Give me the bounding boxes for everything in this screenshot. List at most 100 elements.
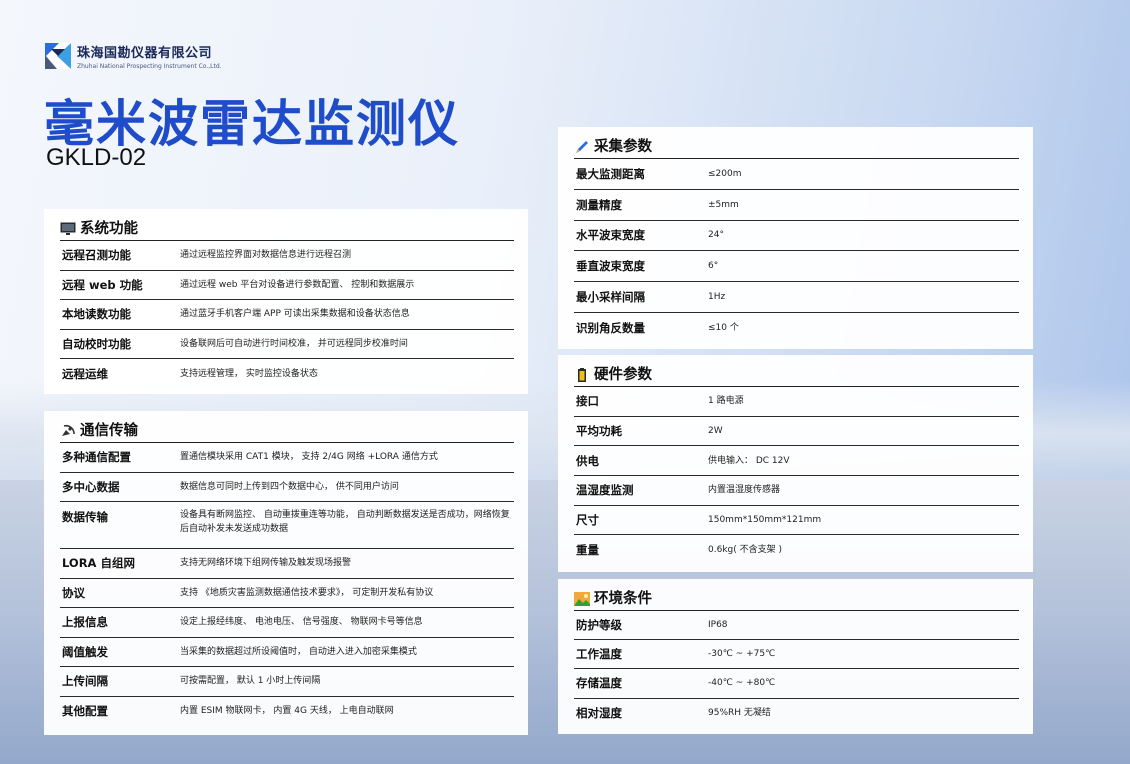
spec-label: 最大监测距离 [576,166,645,181]
section-title: 环境条件 [594,591,652,607]
spec-value: 置通信模块采用 CAT1 模块， 支持 2/4G 网络 +LORA 通信方式 [180,452,438,463]
spec-label: 其他配置 [62,704,108,719]
spec-row: 工作温度 -30℃ ~ +75℃ [574,640,1019,670]
company-name: 珠海国勘仪器有限公司 [77,46,213,61]
spec-value: 可按需配置， 默认 1 小时上传间隔 [180,676,321,687]
spec-row: 最小采样间隔 1Hz [574,282,1019,313]
spec-label: 重量 [576,543,599,558]
spec-value: 通过远程 web 平台对设备进行参数配置、 控制和数据展示 [180,279,415,290]
spec-label: 温湿度监测 [576,483,634,498]
card-header: 采集参数 [574,137,1019,159]
card-environment: 环境条件 防护等级 IP68 工作温度 -30℃ ~ +75℃ 存储温度 -40℃ ~ +… [558,579,1033,734]
spec-value: 1 路电源 [708,396,744,407]
section-title: 系统功能 [80,221,138,237]
spec-label: 本地读数功能 [62,307,131,322]
landscape-icon [574,591,590,606]
pen-icon [574,139,590,153]
spec-value: ±5mm [708,199,739,210]
spec-row: 平均功耗 2W [574,417,1019,447]
spec-label: 接口 [576,394,599,409]
spec-row: 协议 支持 《地质灾害监测数据通信技术要求》， 可定制开发私有协议 [60,579,514,609]
card-system-functions: 系统功能 远程召测功能 通过远程监控界面对数据信息进行远程召测 远程 web 功能通… [44,209,528,394]
spec-label: 尺寸 [576,513,599,528]
card-hardware-params: 硬件参数 接口 1 路电源平均功耗 2W 供电 供电输入： DC 12V 温湿度监测 内置温… [558,355,1033,572]
spec-label: 工作温度 [576,647,622,662]
product-model: GKLD-02 [46,144,147,171]
spec-label: 存储温度 [576,676,622,691]
spec-value: 通过蓝牙手机客户端 APP 可读出采集数据和设备状态信息 [180,309,410,320]
spec-label: 多中心数据 [62,479,120,494]
spec-row: 防护等级 IP68 [574,611,1019,641]
spec-label: 供电 [576,453,599,468]
spec-row: 本地读数功能 通过蓝牙手机客户端 APP 可读出采集数据和设备状态信息 [60,300,514,330]
company-logo-mark [45,43,71,69]
spec-label: LORA 自组网 [62,556,135,571]
spec-value: 150mm*150mm*121mm [708,514,822,525]
spec-row: 供电 供电输入： DC 12V [574,446,1019,477]
spec-row: 最大监测距离 ≤200m [574,159,1019,190]
spec-row: 阈值触发 当采集的数据超过所设阈值时， 自动进入进入加密采集模式 [60,638,514,668]
spec-value: -30℃ ~ +75℃ [708,649,776,660]
company-name-en: Zhuhai National Prospecting Instrument C… [77,63,222,70]
spec-row: 自动校时功能 设备联网后可自动进行时间校准， 并可远程同步校准时间 [60,330,514,359]
spec-rows: 接口 1 路电源平均功耗 2W 供电 供电输入： DC 12V 温湿度监测 内置温湿度传感器… [574,387,1019,565]
satellite-dish-icon [60,423,76,437]
spec-value: 支持远程管理， 实时监控设备状态 [180,368,318,379]
spec-label: 测量精度 [576,197,622,212]
spec-label: 水平波束宽度 [576,228,645,243]
spec-value: ≤10 个 [708,323,739,334]
spec-row: 测量精度 ±5mm [574,190,1019,221]
spec-label: 阈值触发 [62,644,108,659]
spec-value: 6° [708,261,719,272]
spec-label: 上传间隔 [62,674,108,689]
spec-label: 最小采样间隔 [576,290,645,305]
spec-row: 存储温度 -40℃ ~ +80℃ [574,669,1019,699]
spec-row: 数据传输 设备具有断网监控、 自动重拨重连等功能， 自动判断数据发送是否成功，网络… [60,502,514,550]
spec-label: 远程运维 [62,366,108,381]
spec-rows: 多种通信配置 置通信模块采用 CAT1 模块， 支持 2/4G 网络 +LORA … [60,443,514,726]
monitor-icon [60,221,76,235]
company-logo: 珠海国勘仪器有限公司 Zhuhai National Prospecting I… [45,42,222,70]
spec-value: 支持无网络环境下组网传输及触发现场报警 [180,558,352,569]
spec-value: 设备具有断网监控、 自动重拨重连等功能， 自动判断数据发送是否成功，网络恢复后自… [180,510,510,535]
spec-label: 平均功耗 [576,424,622,439]
spec-label: 协议 [62,585,85,600]
spec-value: 2W [708,425,723,436]
spec-row: 相对湿度 95%RH 无凝结 [574,699,1019,728]
spec-row: 远程召测功能 通过远程监控界面对数据信息进行远程召测 [60,241,514,271]
spec-value: 1Hz [708,291,726,302]
spec-value: 内置温湿度传感器 [708,485,781,496]
spec-value: IP68 [708,619,728,630]
spec-row: 水平波束宽度 24° [574,221,1019,252]
section-title: 采集参数 [594,139,652,155]
spec-value: 支持 《地质灾害监测数据通信技术要求》， 可定制开发私有协议 [180,587,434,598]
spec-value: -40℃ ~ +80℃ [708,678,776,689]
spec-value: 通过远程监控界面对数据信息进行远程召测 [180,250,352,261]
spec-rows: 防护等级 IP68 工作温度 -30℃ ~ +75℃ 存储温度 -40℃ ~ +80℃ 相对… [574,611,1019,728]
spec-value: 24° [708,230,724,241]
spec-value: 供电输入： DC 12V [708,455,790,466]
spec-value: 设备联网后可自动进行时间校准， 并可远程同步校准时间 [180,338,408,349]
spec-label: 自动校时功能 [62,336,131,351]
spec-row: 重量 0.6kg( 不含支架 ) [574,535,1019,565]
spec-row: 其他配置 内置 ESIM 物联网卡， 内置 4G 天线， 上电自动联网 [60,697,514,727]
card-header: 硬件参数 [574,365,1019,387]
spec-row: 远程运维 支持远程管理， 实时监控设备状态 [60,359,514,389]
spec-label: 相对湿度 [576,706,622,721]
spec-row: 识别角反数量 ≤10 个 [574,313,1019,344]
card-header: 环境条件 [574,589,1019,611]
spec-row: 上传间隔 可按需配置， 默认 1 小时上传间隔 [60,667,514,697]
spec-row: 接口 1 路电源 [574,387,1019,417]
card-collection-params: 采集参数 最大监测距离 ≤200m 测量精度 ±5mm 水平波束宽度 24° 垂直波束宽度 6… [558,127,1033,349]
spec-label: 远程 web 功能 [62,277,143,292]
card-communication: 通信传输 多种通信配置 置通信模块采用 CAT1 模块， 支持 2/4G 网络 +… [44,411,528,735]
battery-icon [574,367,590,382]
spec-rows: 最大监测距离 ≤200m 测量精度 ±5mm 水平波束宽度 24° 垂直波束宽度 6° 最小采样… [574,159,1019,344]
section-title: 硬件参数 [594,367,652,383]
spec-label: 上报信息 [62,615,108,630]
spec-value: 设定上报经纬度、 电池电压、 信号强度、 物联网卡号等信息 [180,617,423,628]
spec-label: 识别角反数量 [576,321,645,336]
spec-value: 0.6kg( 不含支架 ) [708,545,782,556]
spec-row: 垂直波束宽度 6° [574,251,1019,283]
spec-value: 内置 ESIM 物联网卡， 内置 4G 天线， 上电自动联网 [180,706,394,717]
